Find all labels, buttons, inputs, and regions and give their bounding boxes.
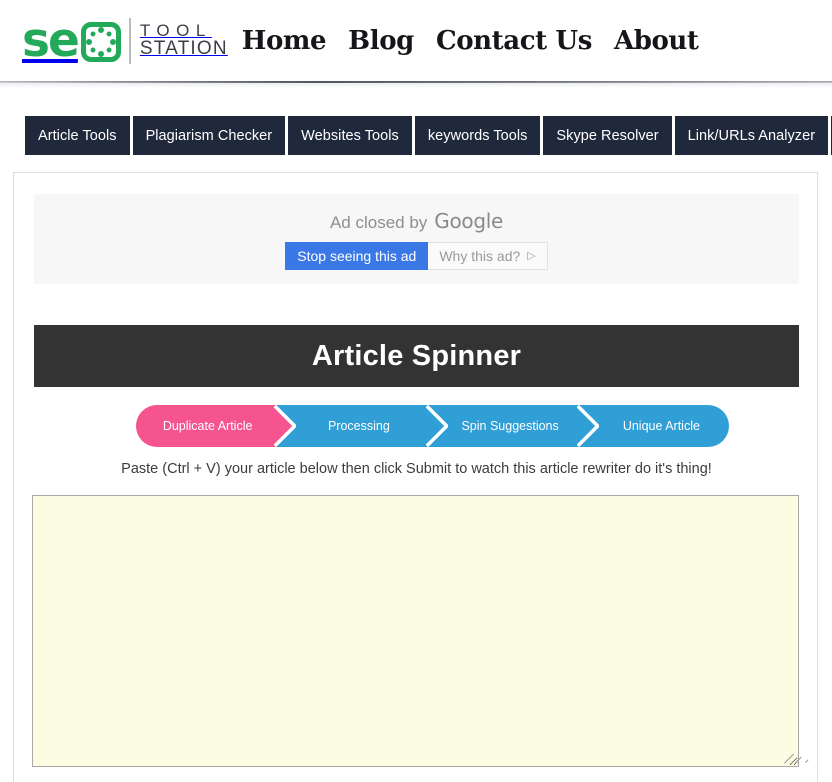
site-header: se TOOL STATION Home Blog Contact Us Abo… bbox=[0, 0, 832, 81]
menu-item-blog[interactable]: Blog bbox=[348, 26, 414, 56]
progress-steps: Duplicate Article Processing Spin Sugges… bbox=[136, 405, 729, 447]
logo-wordmark: TOOL STATION bbox=[139, 20, 228, 60]
chevron-right-icon bbox=[577, 405, 599, 447]
logo-divider bbox=[128, 17, 131, 64]
step-label: Spin Suggestions bbox=[461, 419, 559, 433]
logo-word-station: STATION bbox=[139, 38, 228, 60]
tools-navbar: Article Tools Plagiarism Checker Website… bbox=[25, 116, 832, 155]
menu-item-home[interactable]: Home bbox=[242, 26, 327, 56]
content-card: Ad closed by Google Stop seeing this ad … bbox=[13, 172, 818, 782]
chevron-right-icon bbox=[274, 405, 296, 447]
nav-item-plagiarism-checker[interactable]: Plagiarism Checker bbox=[132, 116, 289, 155]
gear-icon bbox=[80, 22, 121, 62]
play-triangle-outline-icon: ▷ bbox=[527, 250, 536, 262]
primary-menu: Home Blog Contact Us About bbox=[242, 26, 699, 56]
step-unique-article[interactable]: Unique Article bbox=[577, 405, 729, 447]
ad-buttons: Stop seeing this ad Why this ad? ▷ bbox=[285, 241, 548, 270]
stop-seeing-this-ad-button[interactable]: Stop seeing this ad bbox=[285, 241, 429, 270]
logo-mark: se bbox=[22, 17, 121, 64]
nav-item-keywords-tools[interactable]: keywords Tools bbox=[414, 116, 544, 155]
ad-closed-line: Ad closed by Google bbox=[330, 209, 503, 233]
menu-item-contact-us[interactable]: Contact Us bbox=[436, 26, 592, 56]
logo-word-tool: TOOL bbox=[139, 20, 212, 40]
step-duplicate-article[interactable]: Duplicate Article bbox=[136, 405, 276, 447]
page-title: Article Spinner bbox=[311, 339, 522, 372]
why-this-ad-label: Why this ad? bbox=[439, 247, 521, 264]
nav-item-article-tools[interactable]: Article Tools bbox=[25, 116, 133, 155]
ad-closed-label: Ad closed by bbox=[329, 212, 428, 232]
header-shadow bbox=[0, 81, 832, 89]
google-wordmark: Google bbox=[434, 208, 504, 233]
site-logo[interactable]: se TOOL STATION bbox=[22, 11, 228, 71]
instruction-text: Paste (Ctrl + V) your article below then… bbox=[121, 461, 712, 477]
nav-item-skype-resolver[interactable]: Skype Resolver bbox=[543, 116, 675, 155]
article-editor-wrap bbox=[32, 495, 809, 767]
logo-letters: se bbox=[22, 13, 80, 68]
page-title-bar: Article Spinner bbox=[34, 325, 799, 387]
nav-item-websites-tools[interactable]: Websites Tools bbox=[288, 116, 415, 155]
page-viewport: se TOOL STATION Home Blog Contact Us Abo… bbox=[0, 0, 832, 782]
why-this-ad-button[interactable]: Why this ad? ▷ bbox=[428, 241, 548, 270]
nav-item-link-urls-analyzer[interactable]: Link/URLs Analyzer bbox=[674, 116, 832, 155]
article-input[interactable] bbox=[32, 495, 799, 767]
ad-slot: Ad closed by Google Stop seeing this ad … bbox=[34, 194, 799, 284]
step-label: Duplicate Article bbox=[162, 419, 253, 433]
step-spin-suggestions[interactable]: Spin Suggestions bbox=[426, 405, 578, 447]
step-processing[interactable]: Processing bbox=[274, 405, 427, 447]
chevron-right-icon bbox=[426, 405, 448, 447]
menu-item-about[interactable]: About bbox=[614, 26, 699, 56]
step-label: Unique Article bbox=[622, 419, 700, 433]
step-label: Processing bbox=[327, 419, 390, 433]
